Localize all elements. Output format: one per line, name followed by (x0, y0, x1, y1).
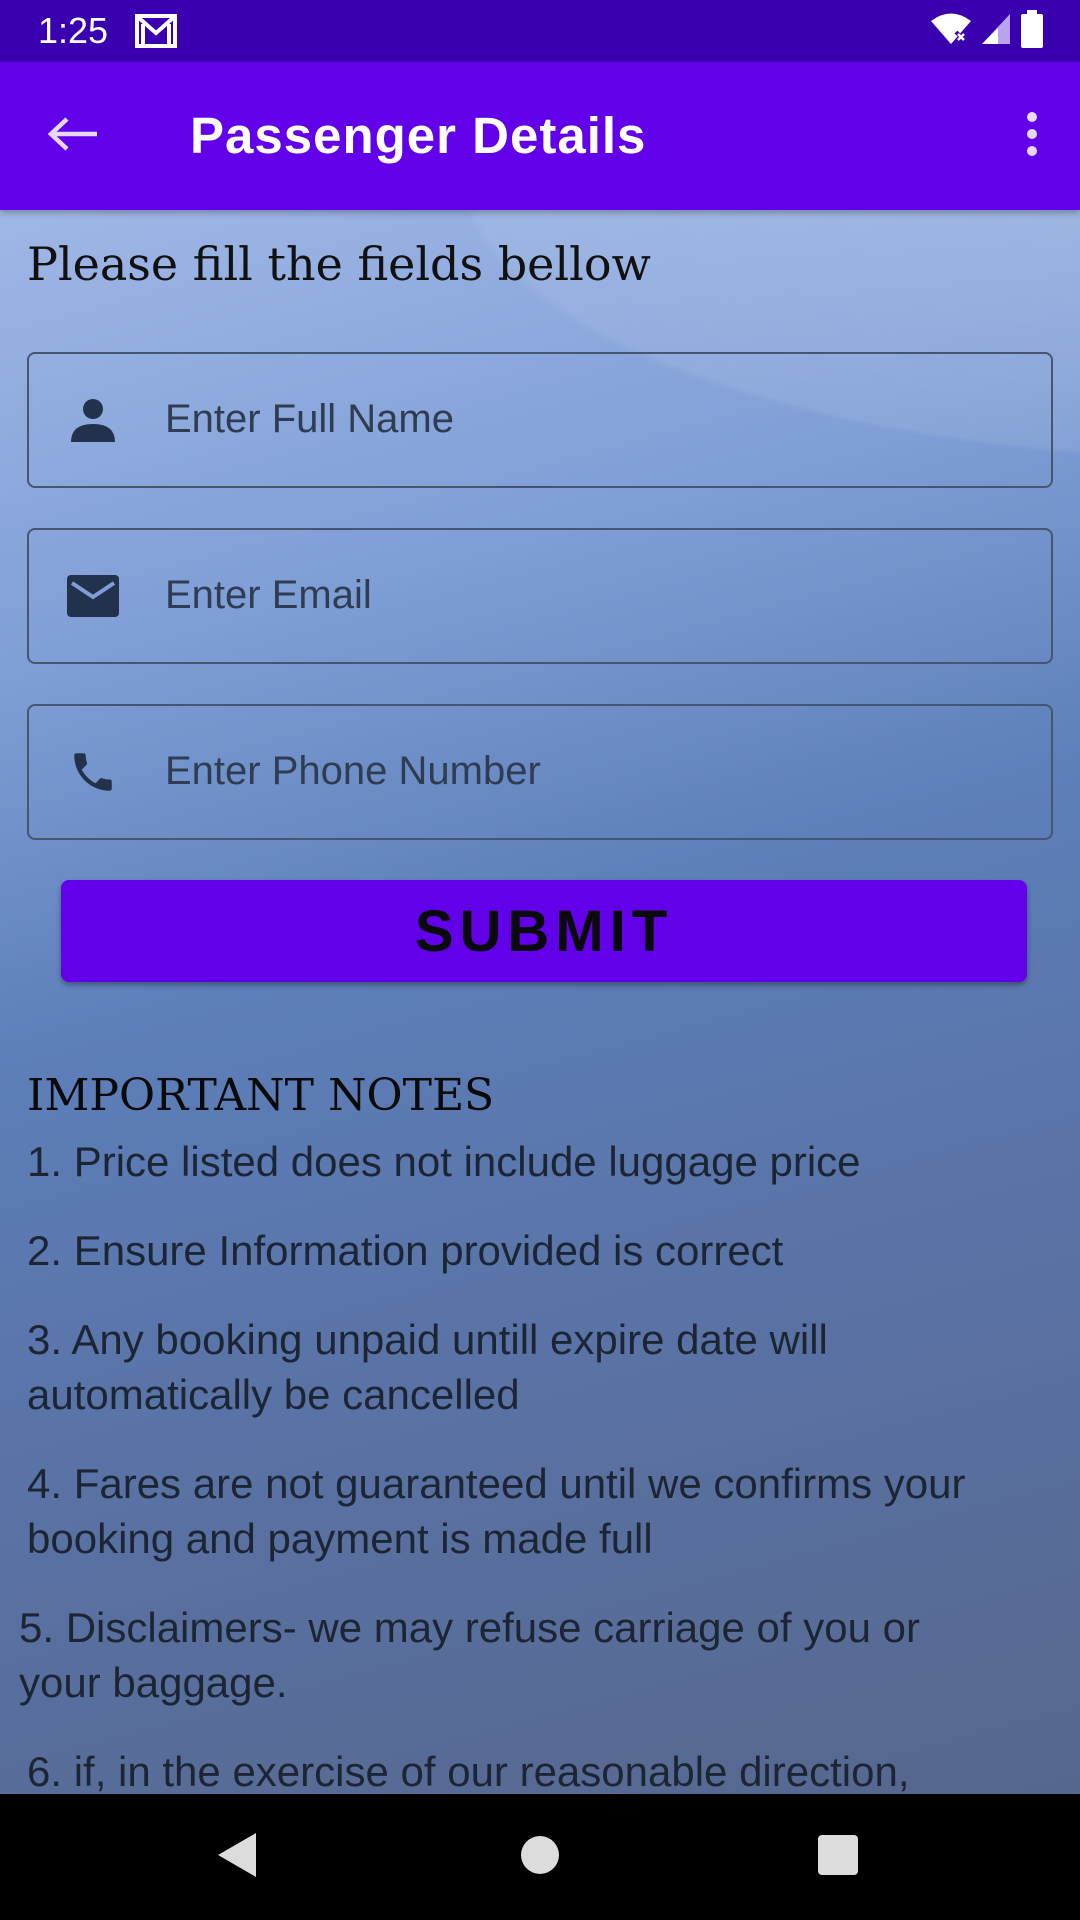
note-item: 4. Fares are not guaranteed until we con… (27, 1456, 965, 1566)
gmail-icon (135, 14, 177, 48)
back-button[interactable] (40, 106, 106, 166)
signal-icon (980, 12, 1012, 51)
notes-heading: IMPORTANT NOTES (27, 1070, 495, 1121)
submit-button[interactable]: SUBMIT (61, 880, 1027, 982)
app-bar: Passenger Details (0, 62, 1080, 210)
status-icons (930, 9, 1044, 53)
nav-back-button[interactable] (198, 1820, 278, 1894)
full-name-field[interactable] (27, 352, 1053, 488)
more-options-button[interactable] (1004, 106, 1060, 166)
note-line: your baggage. (19, 1659, 288, 1706)
full-name-input[interactable] (165, 354, 1025, 485)
note-line: 2. Ensure Information provided is correc… (27, 1227, 784, 1274)
email-input[interactable] (165, 530, 1025, 661)
battery-icon (1020, 9, 1044, 53)
note-item: 6. if, in the exercise of our reasonable… (27, 1744, 910, 1794)
email-field[interactable] (27, 528, 1053, 664)
form-content[interactable]: Please fill the fields bellow Enter Full… (0, 210, 1080, 1794)
phone-icon (63, 742, 123, 802)
note-item: 2. Ensure Information provided is correc… (27, 1223, 783, 1278)
arrow-back-icon (47, 116, 99, 157)
status-time: 1:25 (38, 10, 109, 51)
note-line: booking and payment is made full (27, 1515, 653, 1562)
submit-label: SUBMIT (414, 898, 674, 964)
recents-square-icon (817, 1834, 859, 1881)
note-line: 3. Any booking unpaid untill expire date… (27, 1316, 828, 1363)
phone-input[interactable] (165, 706, 1025, 837)
nav-home-button[interactable] (500, 1820, 580, 1894)
nav-recents-button[interactable] (798, 1820, 878, 1894)
note-line: 6. if, in the exercise of our reasonable… (27, 1748, 910, 1794)
note-line: 1. Price listed does not include luggage… (27, 1138, 861, 1185)
note-line: 4. Fares are not guaranteed until we con… (27, 1460, 966, 1507)
page-title: Passenger Details (190, 107, 647, 164)
note-item: 1. Price listed does not include luggage… (27, 1134, 861, 1189)
passenger-details-screen: 1:25 Passenger Details Please fill the f… (0, 0, 1080, 1920)
form-instruction: Please fill the fields bellow (27, 237, 651, 291)
note-item: 3. Any booking unpaid untill expire date… (27, 1312, 828, 1422)
note-line: 5. Disclaimers- we may refuse carriage o… (19, 1604, 920, 1651)
wifi-icon (930, 12, 972, 51)
person-icon (63, 390, 123, 450)
note-item: 5. Disclaimers- we may refuse carriage o… (19, 1600, 920, 1710)
note-line: automatically be cancelled (27, 1371, 520, 1418)
status-bar: 1:25 (0, 0, 1080, 62)
navigation-bar (0, 1794, 1080, 1920)
more-vert-icon (1026, 111, 1038, 161)
back-triangle-icon (216, 1831, 260, 1884)
home-circle-icon (519, 1834, 561, 1881)
email-icon (63, 566, 123, 626)
phone-field[interactable] (27, 704, 1053, 840)
